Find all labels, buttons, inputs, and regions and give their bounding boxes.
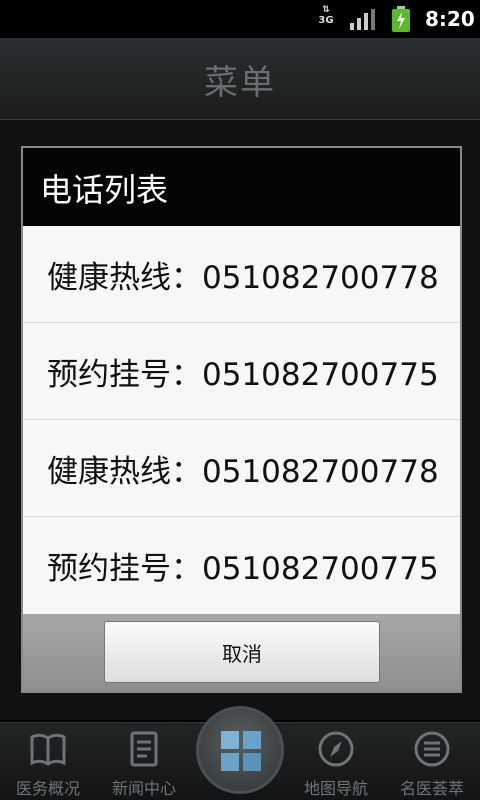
list-item-label: 预约挂号：051082700775 xyxy=(47,356,439,393)
document-icon xyxy=(130,731,158,767)
dialog-title: 电话列表 xyxy=(40,171,169,209)
nav-item-label: 名医荟萃 xyxy=(399,779,464,798)
list-item-label: 预约挂号：051082700775 xyxy=(47,551,439,587)
page-title: 菜单 xyxy=(204,63,276,103)
status-bar: ⇅ 3G 8:20 xyxy=(0,0,480,38)
phone-list: 健康热线：051082700778 预约挂号：051082700775 健康热线… xyxy=(23,226,460,614)
list-item-label: 健康热线：051082700778 xyxy=(47,453,439,490)
phone-list-dialog: 电话列表 健康热线：051082700778 预约挂号：051082700775… xyxy=(21,146,462,693)
dialog-header: 电话列表 xyxy=(23,148,460,226)
battery-charging-icon xyxy=(392,6,410,32)
home-grid-button[interactable] xyxy=(196,706,284,794)
title-bar: 菜单 xyxy=(0,38,480,120)
compass-icon xyxy=(318,731,354,767)
grid-icon xyxy=(221,731,261,771)
dialog-footer: 取消 xyxy=(23,614,460,691)
network-label: 3G xyxy=(318,15,334,26)
status-time: 8:20 xyxy=(425,7,475,31)
list-icon xyxy=(414,731,450,767)
signal-icon xyxy=(350,9,375,30)
nav-item-doctors[interactable]: 名医荟萃 xyxy=(384,723,480,800)
list-item[interactable]: 健康热线：051082700778 xyxy=(23,226,460,323)
nav-item-news[interactable]: 新闻中心 xyxy=(96,723,192,800)
network-3g-icon: ⇅ 3G xyxy=(316,6,336,32)
list-item[interactable]: 预约挂号：051082700775 xyxy=(23,517,460,614)
nav-item-overview[interactable]: 医务概况 xyxy=(0,723,96,800)
list-item[interactable]: 预约挂号：051082700775 xyxy=(23,323,460,420)
list-item-label: 健康热线：051082700778 xyxy=(47,259,439,296)
nav-item-map[interactable]: 地图导航 xyxy=(288,723,384,800)
nav-item-label: 医务概况 xyxy=(15,779,80,798)
cancel-button[interactable]: 取消 xyxy=(104,621,380,683)
list-item[interactable]: 健康热线：051082700778 xyxy=(23,420,460,517)
nav-item-label: 新闻中心 xyxy=(111,779,176,798)
nav-item-label: 地图导航 xyxy=(303,779,368,798)
book-icon xyxy=(30,733,66,766)
